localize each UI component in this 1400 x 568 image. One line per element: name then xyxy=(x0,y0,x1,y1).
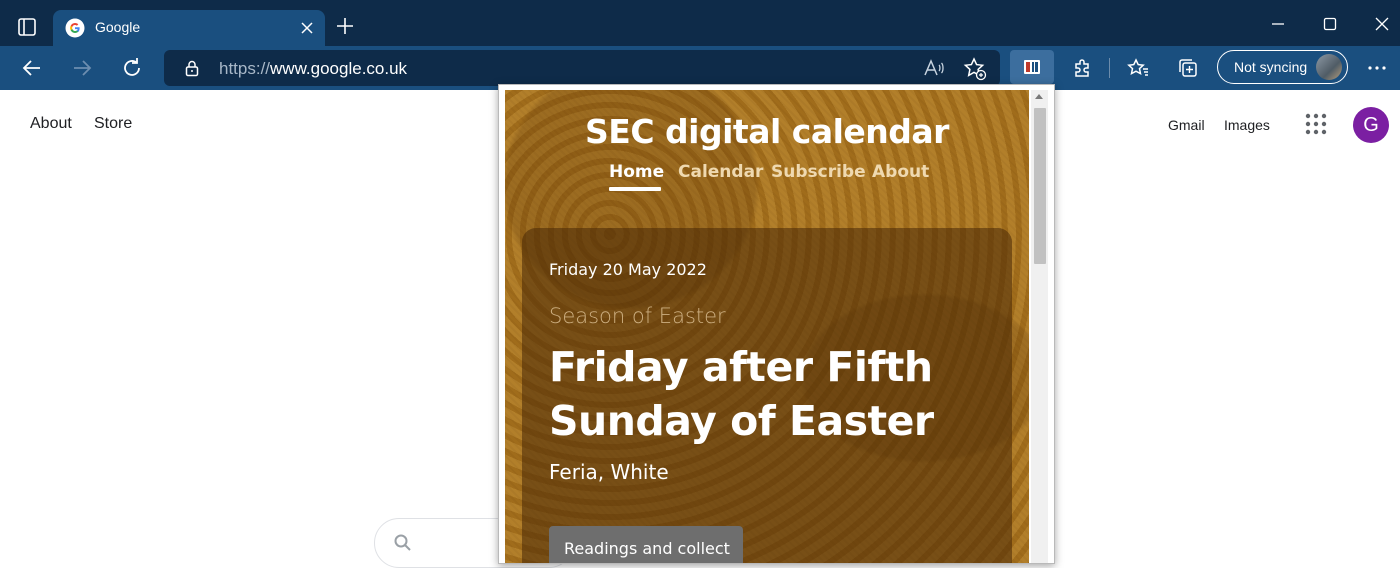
day-title: Friday after Fifth Sunday of Easter xyxy=(549,343,934,445)
search-icon xyxy=(393,533,413,553)
popup-scrollbar[interactable] xyxy=(1031,90,1048,563)
liturgical-season: Season of Easter xyxy=(549,304,726,328)
tab-close-icon[interactable] xyxy=(297,18,317,38)
sync-status-label: Not syncing xyxy=(1234,59,1308,75)
maximize-icon[interactable] xyxy=(1316,10,1344,38)
nav-about[interactable]: About xyxy=(872,162,929,182)
url-host: www.google.co.uk xyxy=(270,59,408,78)
scroll-thumb[interactable] xyxy=(1034,108,1046,264)
extension-popup: SEC digital calendar Home Calendar Subsc… xyxy=(498,84,1055,564)
store-link[interactable]: Store xyxy=(94,115,132,133)
url-protocol: https:// xyxy=(219,59,271,78)
google-favicon-icon xyxy=(65,18,85,38)
new-tab-icon[interactable] xyxy=(332,13,358,39)
profile-sync-button[interactable]: Not syncing xyxy=(1217,50,1348,84)
popup-content: SEC digital calendar Home Calendar Subsc… xyxy=(505,90,1029,563)
nav-active-indicator xyxy=(609,187,661,191)
more-options-icon[interactable] xyxy=(1361,52,1393,84)
images-link[interactable]: Images xyxy=(1224,117,1270,133)
title-bar: Google xyxy=(0,0,1400,46)
collections-icon[interactable] xyxy=(1172,52,1204,84)
nav-calendar[interactable]: Calendar xyxy=(678,162,763,182)
calendar-extension-icon[interactable] xyxy=(1010,50,1054,84)
read-aloud-icon[interactable] xyxy=(922,56,946,80)
scroll-up-arrow-icon[interactable] xyxy=(1035,94,1043,99)
forward-icon[interactable] xyxy=(66,52,98,84)
nav-subscribe[interactable]: Subscribe xyxy=(771,162,866,182)
back-icon[interactable] xyxy=(16,52,48,84)
extensions-icon[interactable] xyxy=(1066,52,1098,84)
nav-home[interactable]: Home xyxy=(609,162,664,182)
gmail-link[interactable]: Gmail xyxy=(1168,117,1205,133)
minimize-icon[interactable] xyxy=(1264,10,1292,38)
tab-title: Google xyxy=(95,19,141,35)
toolbar-separator xyxy=(1109,58,1110,78)
tab-actions-icon[interactable] xyxy=(14,14,40,40)
refresh-icon[interactable] xyxy=(116,52,148,84)
lock-icon[interactable] xyxy=(182,58,202,78)
day-card: Friday 20 May 2022 Season of Easter Frid… xyxy=(522,228,1012,563)
address-bar[interactable]: https://www.google.co.uk xyxy=(164,50,1000,86)
add-favorite-icon[interactable] xyxy=(962,56,988,82)
tab-google[interactable]: Google xyxy=(53,10,325,46)
favorites-icon[interactable] xyxy=(1122,52,1154,84)
profile-avatar xyxy=(1316,54,1342,80)
readings-button[interactable]: Readings and collect xyxy=(549,526,743,563)
window-close-icon[interactable] xyxy=(1368,10,1396,38)
about-link[interactable]: About xyxy=(30,115,72,133)
site-title: SEC digital calendar xyxy=(585,112,949,151)
address-url[interactable]: https://www.google.co.uk xyxy=(219,59,407,79)
day-date: Friday 20 May 2022 xyxy=(549,260,707,279)
account-avatar[interactable]: G xyxy=(1353,107,1389,143)
google-apps-icon[interactable] xyxy=(1303,111,1329,137)
day-rank-colour: Feria, White xyxy=(549,460,669,484)
